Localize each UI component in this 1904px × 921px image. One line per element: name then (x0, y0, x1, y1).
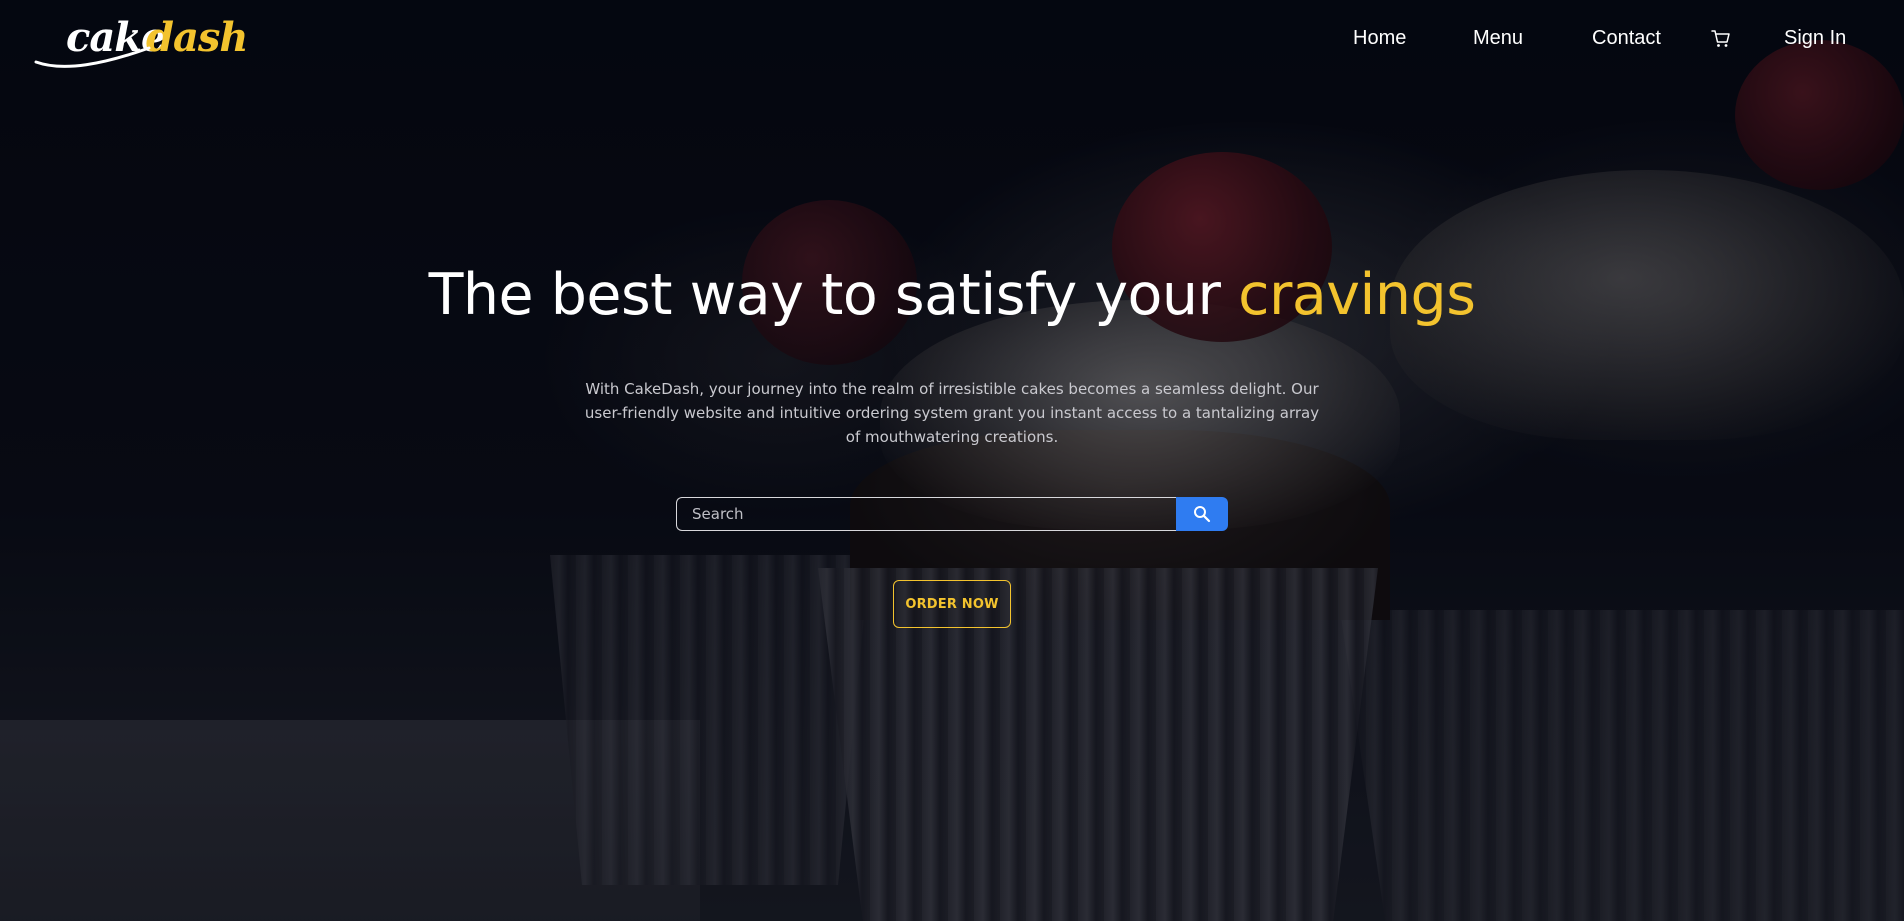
hero-overlay (0, 0, 1904, 921)
search-button[interactable] (1176, 497, 1228, 531)
hero-headline: The best way to satisfy your cravings (0, 262, 1904, 328)
nav-contact-link[interactable]: Contact (1592, 27, 1661, 50)
sign-in-link[interactable]: Sign In (1784, 27, 1846, 50)
logo-swoosh (34, 46, 151, 68)
headline-accent-text: cravings (1238, 262, 1476, 328)
search-icon (1194, 506, 1211, 523)
search-input[interactable] (676, 497, 1176, 531)
hero-description: With CakeDash, your journey into the rea… (584, 380, 1320, 446)
nav-home-link[interactable]: Home (1353, 27, 1406, 50)
top-navigation: cake dash Home Menu Contact Sign In (0, 0, 1904, 80)
brand-logo[interactable]: cake dash (34, 10, 248, 70)
search-bar (676, 497, 1228, 531)
hero-background (0, 0, 1904, 921)
nav-menu-link[interactable]: Menu (1473, 27, 1523, 50)
headline-text: The best way to satisfy your (428, 262, 1239, 328)
order-now-button[interactable]: ORDER NOW (893, 580, 1011, 628)
cart-icon[interactable] (1711, 29, 1731, 49)
